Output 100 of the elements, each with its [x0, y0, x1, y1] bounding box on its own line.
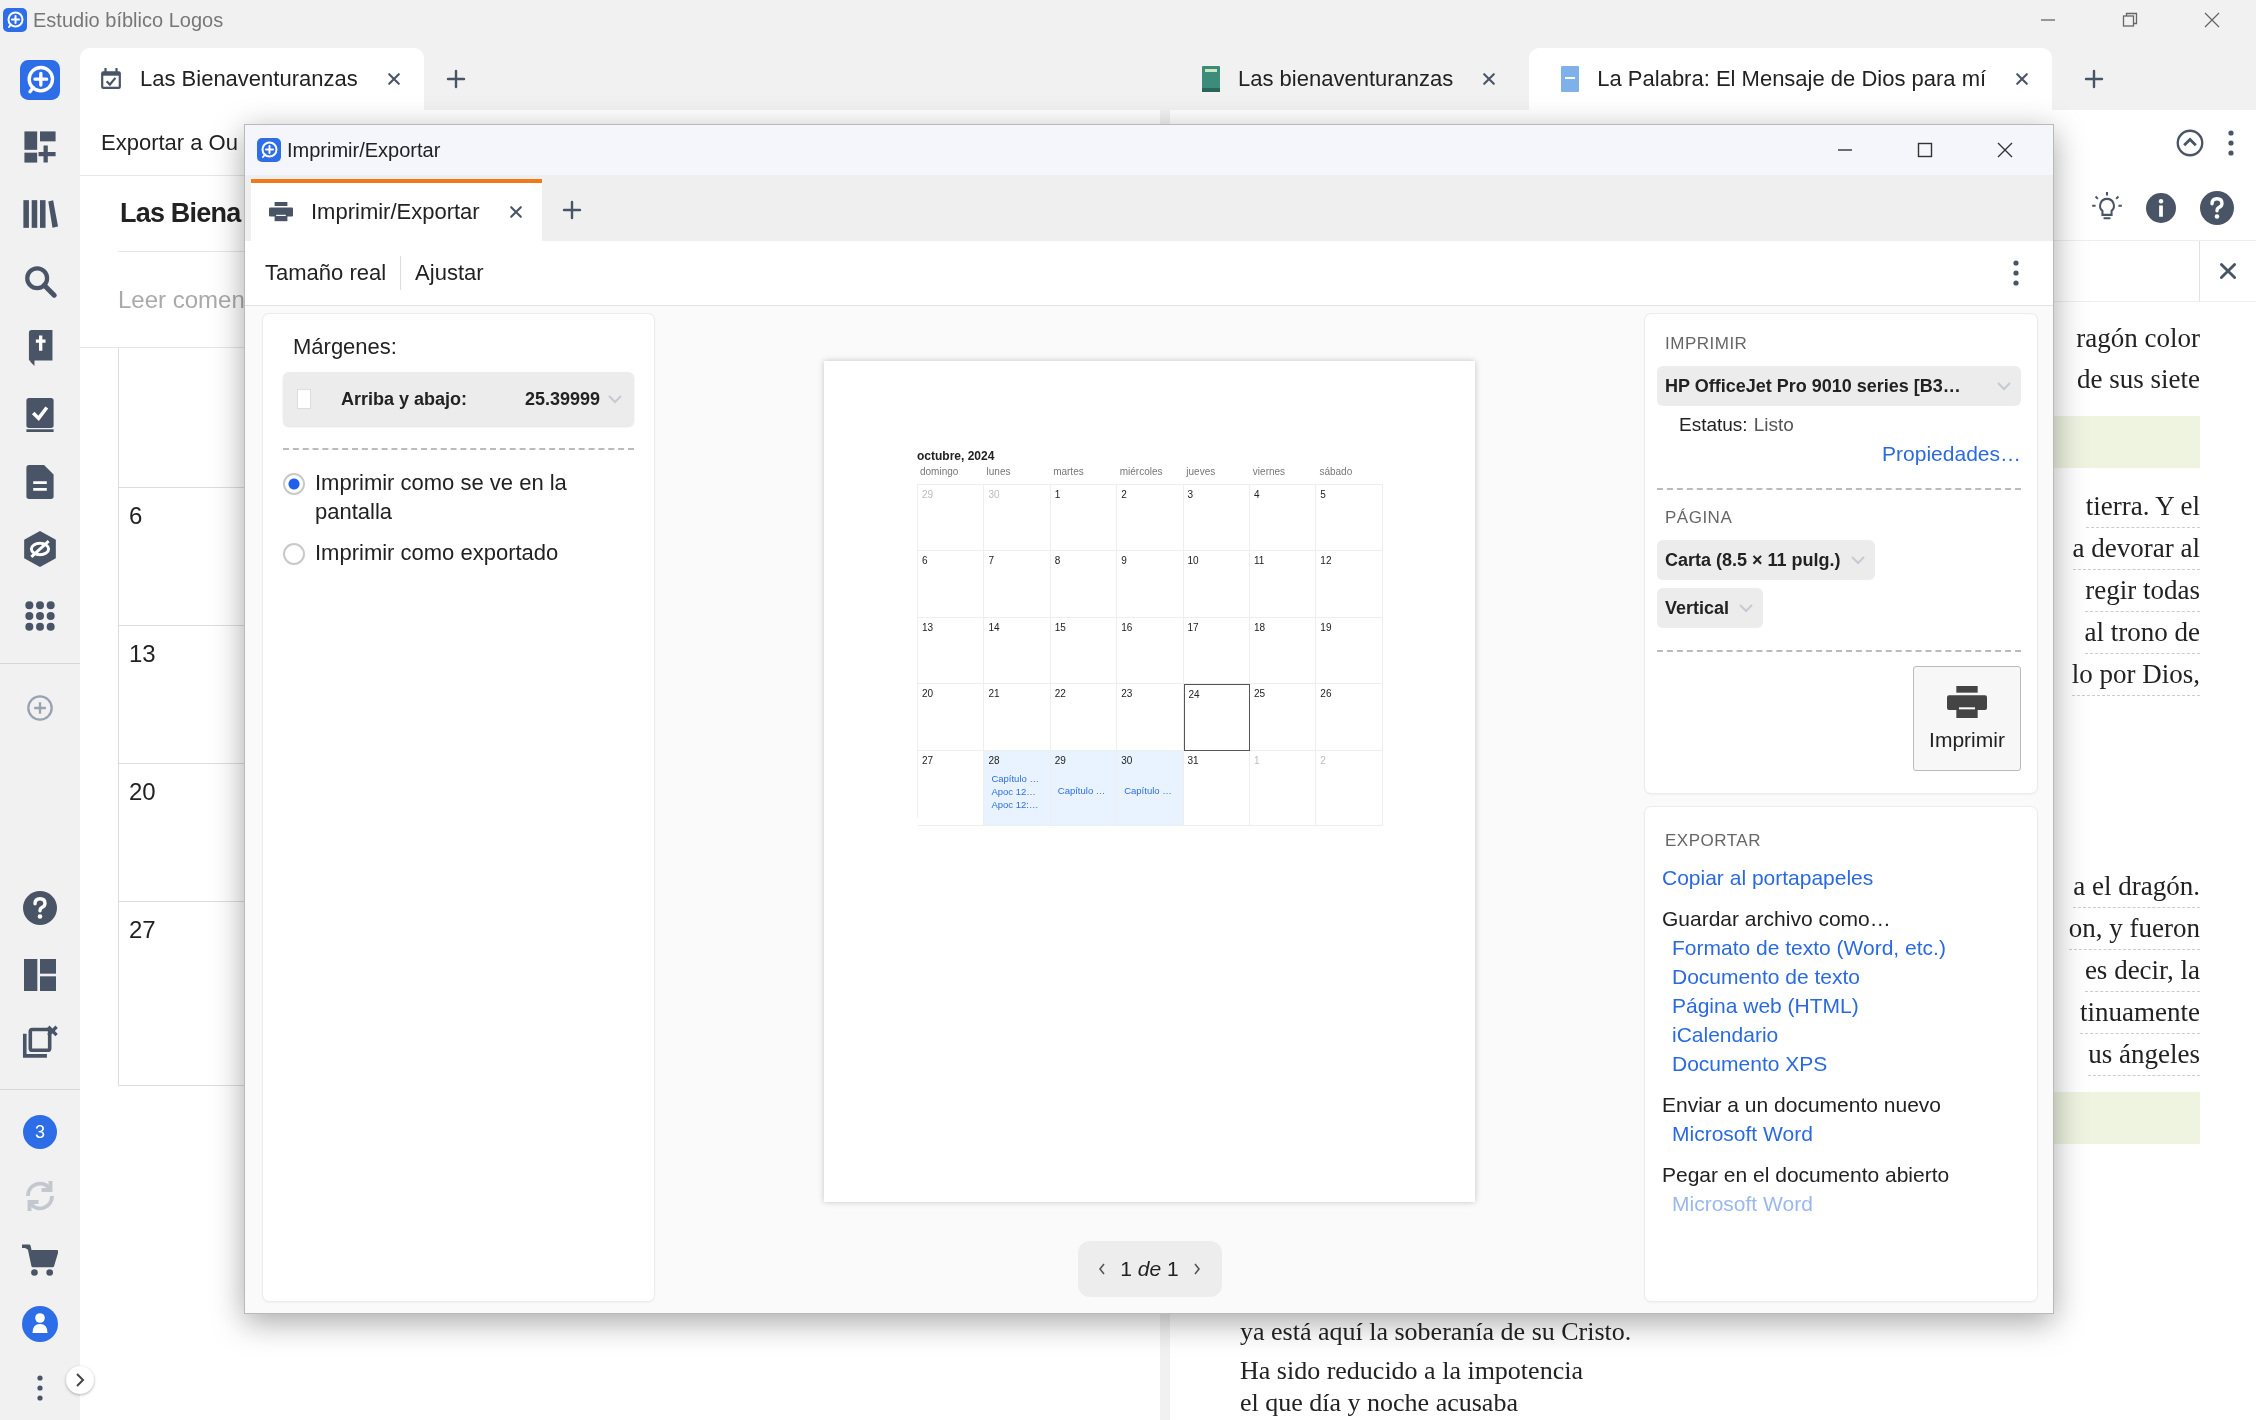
calendar-day-cell[interactable]: 29 Capítulo … [1050, 750, 1118, 826]
calendar-day-cell[interactable]: 22 [1050, 684, 1118, 751]
search-icon[interactable] [23, 263, 57, 298]
chevron-left-icon[interactable] [1098, 1263, 1107, 1275]
calendar-day-cell[interactable]: 11 [1249, 551, 1317, 618]
calendar-day-cell[interactable]: 8 [1050, 551, 1118, 618]
calendar-day-cell[interactable]: 7 [984, 551, 1051, 618]
export-link[interactable]: Copiar al portapapeles [1657, 863, 2021, 892]
calendar-day-cell[interactable]: 13 [918, 617, 985, 685]
calendar-day-cell[interactable]: 19 [1316, 617, 1383, 685]
calendar-day-cell[interactable]: 24 [1183, 684, 1250, 751]
info-icon[interactable] [2146, 192, 2176, 223]
text-line: el que día y noche acusaba [1240, 1390, 1519, 1419]
close-panels-icon[interactable] [22, 1024, 58, 1059]
tab[interactable]: La Palabra: El Mensaje de Dios para mí [1529, 48, 2053, 110]
calendar-day-cell[interactable]: 21 [984, 684, 1051, 751]
help-icon[interactable] [2200, 190, 2234, 225]
calendar-event[interactable]: Capítulo … [1057, 783, 1114, 797]
calendar-day-cell[interactable]: 2 [1117, 485, 1184, 552]
export-link[interactable]: Formato de texto (Word, etc.) [1657, 933, 2021, 962]
calendar-day-cell[interactable]: 20 [918, 684, 985, 751]
dropdown[interactable]: Vertical [1657, 588, 1764, 628]
maximize-icon[interactable] [1917, 142, 1933, 158]
layout-icon[interactable] [24, 958, 56, 991]
add-tab-icon[interactable] [561, 200, 582, 220]
add-tab-icon[interactable] [445, 69, 466, 89]
calendar-day-cell[interactable]: 17 [1183, 617, 1250, 685]
tab[interactable]: Imprimir/Exportar [251, 179, 542, 241]
export-link[interactable]: iCalendario [1657, 1020, 2021, 1049]
weekday-label: jueves [1185, 466, 1217, 479]
radio-button[interactable] [283, 543, 305, 565]
close-icon[interactable] [2014, 71, 2031, 87]
calendar-day-cell[interactable]: 16 [1117, 617, 1184, 685]
calendar-event[interactable]: Apoc 12:… [991, 797, 1047, 811]
calendar-day-cell[interactable]: 14 [984, 617, 1051, 685]
calendar-day-cell[interactable]: 3 [1183, 485, 1250, 552]
restore-icon[interactable] [2122, 12, 2138, 28]
calendar-day-cell[interactable]: 5 [1316, 485, 1383, 552]
help-icon[interactable] [23, 890, 57, 925]
calendar-day-cell[interactable]: 15 [1050, 617, 1118, 685]
close-icon[interactable] [507, 204, 524, 220]
properties-link[interactable]: Propiedades… [1882, 442, 2021, 466]
calendar-day-cell[interactable]: 6 [918, 551, 985, 618]
document-icon[interactable] [26, 464, 54, 499]
calendar-event[interactable]: Apoc 12… [991, 784, 1047, 798]
calendar-event[interactable]: Capítulo … [991, 771, 1047, 785]
export-link[interactable]: Documento XPS [1657, 1049, 2021, 1078]
toolbar-button[interactable]: Tamaño real [265, 256, 401, 290]
tab[interactable]: Las bienaventuranzas [1170, 48, 1520, 110]
close-icon[interactable] [2217, 260, 2239, 282]
bible-icon[interactable] [26, 329, 54, 366]
radio-button[interactable] [283, 473, 305, 495]
text-line: a el dragón. [2073, 866, 2200, 908]
dropdown[interactable]: HP OfficeJet Pro 9010 series [B3… [1657, 366, 2021, 406]
calendar-day-cell[interactable]: 25 [1249, 684, 1317, 751]
toolbar-button[interactable]: Ajustar [400, 256, 498, 290]
calendar-day-cell[interactable]: 31 [1183, 750, 1250, 826]
calendar-day-cell[interactable]: 23 [1117, 684, 1184, 751]
more-icon[interactable] [2013, 260, 2019, 286]
notification-badge[interactable]: 3 [23, 1115, 57, 1149]
export-link[interactable]: Página web (HTML) [1657, 991, 2021, 1020]
dropdown[interactable]: Carta (8.5 × 11 pulg.) [1657, 540, 1875, 580]
export-link[interactable]: Documento de texto [1657, 962, 2021, 991]
calendar-event[interactable]: Capítulo … [1124, 783, 1180, 797]
tab[interactable]: Las Bienaventuranzas [80, 48, 424, 110]
hexagon-eye-icon[interactable] [24, 530, 56, 567]
calendar-day-cell[interactable]: 26 [1316, 684, 1383, 751]
dashboard-add-icon[interactable] [23, 129, 57, 164]
calendar-day-cell[interactable]: 28 Capítulo … Apoc 12… Apoc 12:… [984, 750, 1051, 826]
export-button[interactable]: Exportar a Ou [101, 129, 238, 156]
more-icon[interactable] [37, 1375, 43, 1401]
bookshelf-icon[interactable] [22, 197, 58, 230]
close-icon[interactable] [2204, 12, 2220, 28]
calendar-day-cell[interactable]: 4 [1249, 485, 1317, 552]
calendar-day-cell[interactable]: 18 [1249, 617, 1317, 685]
more-icon[interactable] [2228, 129, 2234, 156]
text-line: lo por Dios, [2071, 654, 2200, 696]
close-icon[interactable] [1481, 71, 1498, 87]
close-icon[interactable] [1997, 142, 2013, 158]
margins-dropdown[interactable]: Arriba y abajo: 25.39999 [283, 372, 634, 426]
checklist-icon[interactable] [25, 397, 55, 432]
account-icon[interactable] [22, 1306, 58, 1342]
collapse-up-icon[interactable] [2176, 128, 2204, 157]
apps-grid-icon[interactable] [24, 599, 56, 632]
print-button[interactable]: Imprimir [1913, 666, 2021, 771]
export-link[interactable]: Microsoft Word [1657, 1119, 2021, 1148]
calendar-day-cell[interactable]: 30 Capítulo … [1117, 750, 1184, 826]
day-number: 6 [129, 502, 143, 529]
add-tab-icon[interactable] [2084, 69, 2105, 89]
checkbox[interactable] [297, 389, 311, 409]
calendar-day-cell[interactable]: 1 [1050, 485, 1118, 552]
close-icon[interactable] [385, 71, 402, 87]
printer-icon [1947, 685, 1987, 718]
calendar-day-cell[interactable]: 12 [1316, 551, 1383, 618]
calendar-day-cell[interactable]: 9 [1117, 551, 1184, 618]
expand-button[interactable] [66, 1366, 94, 1394]
weekday-label: viernes [1251, 466, 1287, 479]
calendar-day-cell[interactable]: 10 [1183, 551, 1250, 618]
cart-icon[interactable] [22, 1243, 58, 1277]
chevron-right-icon[interactable] [1192, 1263, 1201, 1275]
